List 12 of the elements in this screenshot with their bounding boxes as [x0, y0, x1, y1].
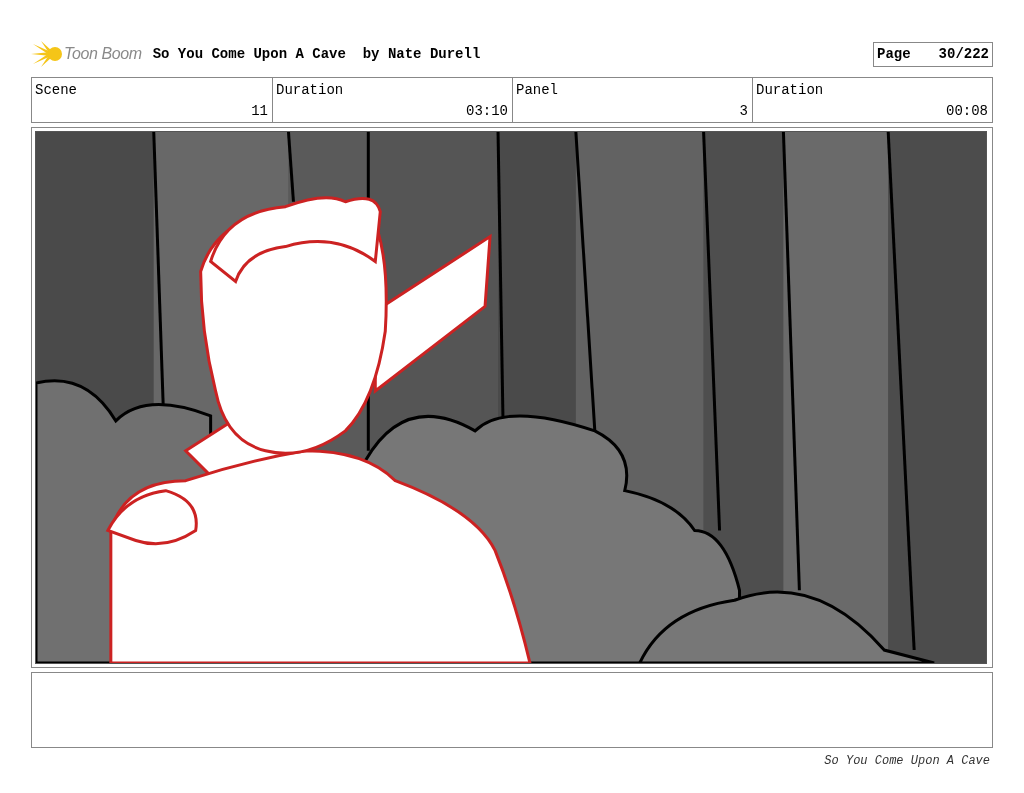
- table-cell: 00:08: [946, 103, 988, 120]
- table-cell: 03:10: [466, 103, 508, 120]
- column-header: Scene: [35, 82, 77, 99]
- footer-title: So You Come Upon A Cave: [824, 753, 990, 770]
- column-header: Panel: [516, 82, 558, 99]
- column-header: Duration: [756, 82, 824, 99]
- logo-text: Toon Boom: [64, 44, 142, 64]
- storyboard-title: So You Come Upon A Cave by Nate Durell: [152, 44, 481, 64]
- page-counter: Page 30/222: [873, 41, 993, 67]
- table-cell: 11: [251, 103, 268, 120]
- table-cell: 3: [739, 103, 748, 120]
- column-header: Duration: [276, 82, 344, 99]
